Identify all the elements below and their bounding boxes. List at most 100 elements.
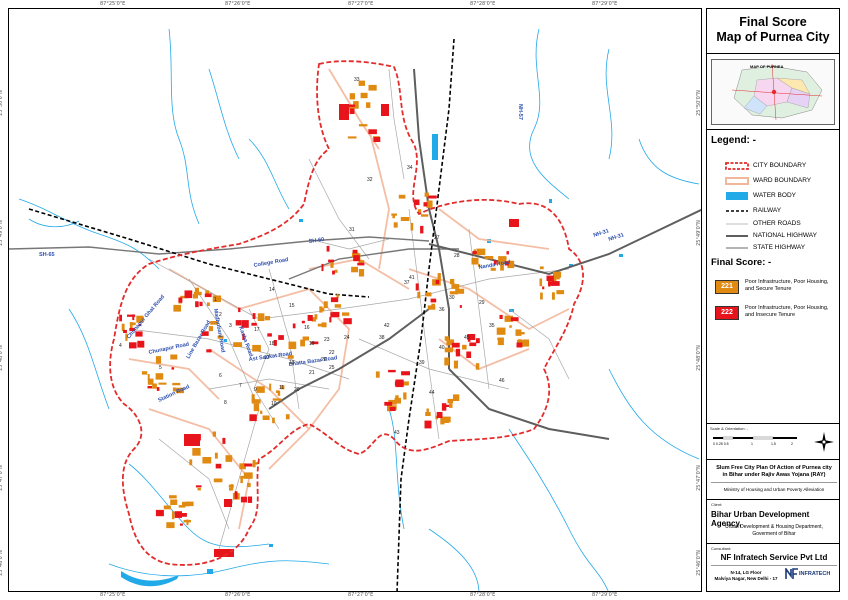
slum-patch — [417, 291, 421, 299]
slum-patch — [292, 323, 296, 329]
slum-patch — [141, 371, 148, 375]
slum-patch — [548, 281, 554, 286]
score-code: 221 — [715, 280, 739, 294]
map-info-panel: Final Score Map of Purnea City MAP OF PU… — [706, 8, 840, 592]
slum-patch — [375, 371, 380, 378]
nf-logo-icon — [785, 568, 798, 579]
longitude-label: 87°27'0"E — [348, 592, 374, 598]
ward-number: 46 — [499, 378, 505, 384]
slum-patch — [455, 348, 461, 357]
slum-patch — [394, 397, 401, 404]
project-title-line-2: in Bihar under Rajiv Awas Yojana (RAY) — [722, 472, 826, 478]
slum-patch — [451, 284, 460, 289]
road-labels: SH-65SH-60 NH-31NH-31NH-57Chunapur Road Ka… — [39, 104, 625, 404]
longitude-label: 87°28'0"E — [470, 592, 496, 598]
slum-patch — [420, 225, 424, 234]
svg-text:2: 2 — [791, 442, 793, 446]
road-label: Line Bazar Road — [186, 320, 213, 360]
slum-patch — [400, 217, 410, 221]
ward-number: 31 — [349, 227, 355, 233]
slum-patch — [173, 304, 181, 312]
road-label: Kasba Road — [237, 326, 254, 358]
slum-patch — [202, 457, 212, 464]
ward-number: 17 — [254, 327, 260, 333]
divider — [711, 565, 837, 566]
ward-number: 28 — [454, 253, 460, 259]
legend-water-body: WATER BODY — [725, 191, 837, 201]
other-roads — [128, 68, 570, 550]
slum-patch — [447, 398, 454, 404]
slum-patch — [444, 357, 450, 366]
slum-patch — [238, 307, 241, 313]
title-line-1: Final Score — [739, 15, 807, 29]
ward-number: 11 — [279, 385, 284, 391]
longitude-label: 87°27'0"E — [348, 1, 374, 7]
legend-railway: RAILWAY — [725, 206, 837, 216]
client-label: Client: — [711, 502, 723, 507]
slum-patch — [453, 394, 460, 401]
ward-number: 22 — [329, 350, 335, 356]
slum-patch — [475, 338, 480, 344]
slum-patch — [321, 263, 324, 272]
slum-patch — [351, 266, 358, 273]
slum-patch — [260, 410, 263, 415]
slum-patch — [471, 257, 479, 265]
slum-patch — [347, 136, 357, 139]
slum-patch — [169, 495, 177, 499]
latitude-label: 25°50'0"N — [695, 90, 702, 116]
legend-other-roads: OTHER ROADS — [725, 219, 837, 229]
slum-patch — [425, 412, 431, 416]
latitude-label: 25°47'0"N — [0, 465, 4, 491]
consultant-label: Consultant: — [711, 546, 732, 551]
ward-number: 2 — [219, 312, 222, 318]
latitude-label: 25°48'0"N — [0, 345, 4, 371]
slum-patch — [244, 463, 253, 467]
slum-patch — [449, 403, 453, 408]
slum-patch — [252, 459, 256, 468]
slum-patch — [247, 482, 251, 488]
slum-patch — [307, 315, 313, 321]
road-label: SH-60 — [308, 237, 324, 245]
slum-patch — [326, 245, 330, 252]
ward-number: 32 — [367, 177, 373, 183]
slum-patch — [516, 342, 523, 348]
slum-patch — [357, 262, 365, 266]
ward-number: 14 — [269, 287, 275, 293]
ward-number: 36 — [439, 307, 445, 313]
divider — [707, 423, 839, 424]
city-map[interactable]: SH-65SH-60 NH-31NH-31NH-57Chunapur Road Ka… — [9, 9, 702, 592]
road-label: NH-31 — [608, 232, 625, 243]
slum-patch — [262, 415, 270, 420]
slum-patch — [178, 297, 183, 303]
ward-number: 15 — [289, 303, 295, 309]
slum-patch — [152, 383, 157, 389]
legend-label: NATIONAL HIGHWAY — [753, 232, 817, 239]
slum-patch — [366, 102, 371, 108]
slum-patch — [398, 194, 406, 199]
slum-patch — [455, 288, 465, 294]
map-frame[interactable]: SH-65 SH-60 NH-31 NH-31 NH-57 Chunapur Road Ka… — [8, 8, 702, 592]
divider — [707, 499, 839, 500]
slum-patch — [155, 356, 162, 364]
slum-patch — [431, 303, 435, 306]
ward-number: 19 — [309, 341, 315, 347]
slum-patch — [314, 314, 318, 320]
slum-patch — [509, 219, 519, 227]
slum-patch — [435, 279, 440, 285]
slum-patch — [496, 327, 506, 335]
north-arrow-icon — [814, 432, 834, 452]
slum-patch — [119, 314, 122, 322]
slum-patch — [235, 320, 242, 326]
slum-patch — [381, 104, 389, 116]
slum-patch — [403, 381, 409, 386]
score-description: Poor Infrastructure, Poor Housing, and I… — [745, 305, 829, 318]
slum-patch — [171, 367, 175, 370]
slum-patch — [166, 522, 175, 529]
slum-patch — [323, 301, 328, 308]
slum-patch — [224, 499, 232, 507]
latitude-label: 25°49'0"N — [0, 220, 4, 246]
slum-patch — [342, 312, 350, 316]
ward-number: 16 — [304, 325, 310, 331]
legend-label: WATER BODY — [753, 192, 796, 199]
location-inset-map[interactable]: MAP OF PURNEA — [711, 59, 835, 125]
